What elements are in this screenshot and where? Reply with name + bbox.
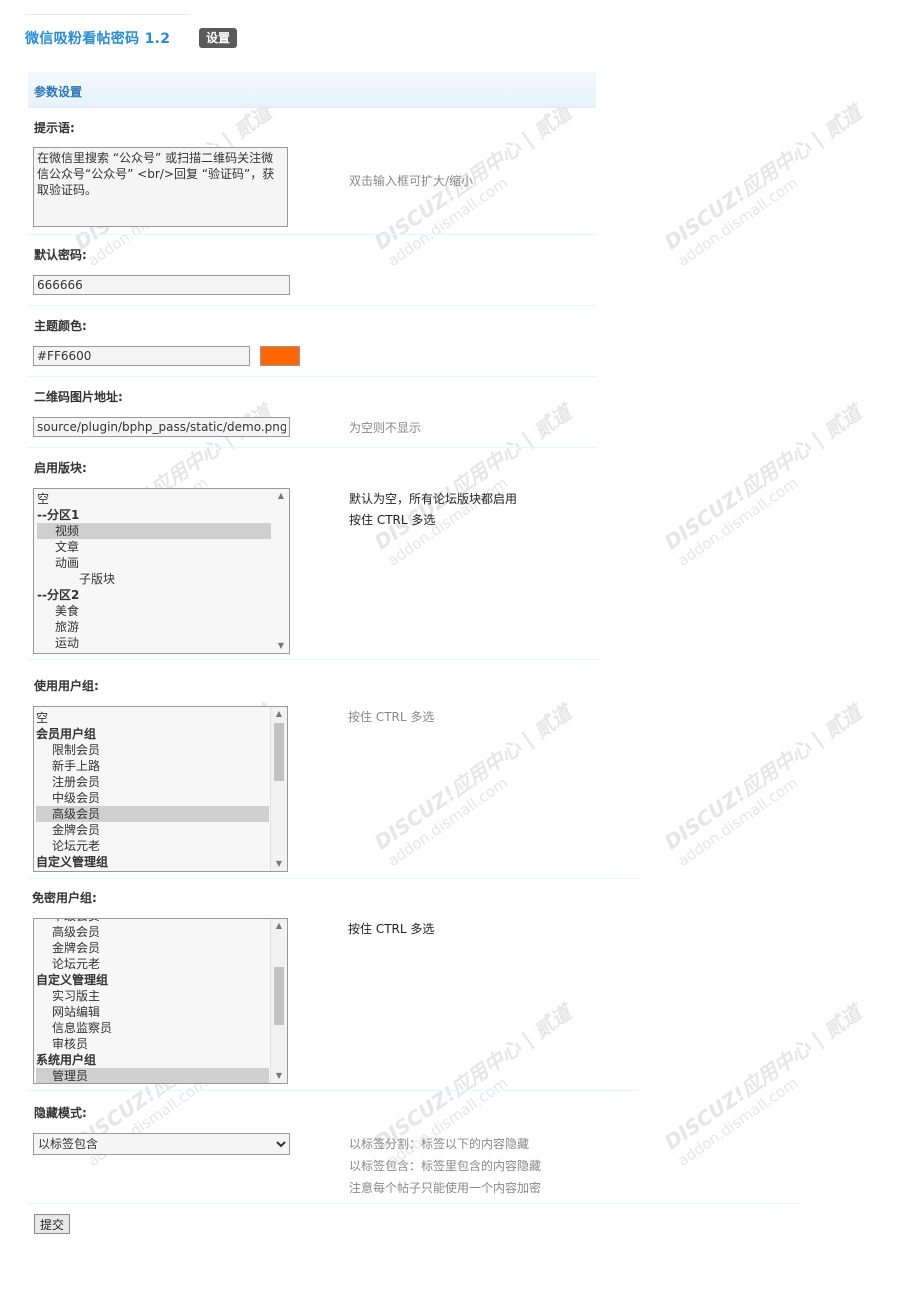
user-groups-label: 使用用户组: bbox=[34, 679, 99, 693]
enabled-forums-hint-1: 默认为空，所有论坛版块都启用 bbox=[349, 492, 518, 506]
forums-scrollbar[interactable]: ▲ ▼ bbox=[273, 489, 289, 653]
list-option[interactable]: 实习版主 bbox=[36, 988, 269, 1004]
settings-button[interactable]: 设置 bbox=[199, 28, 238, 48]
list-option[interactable]: 美食 bbox=[37, 603, 271, 619]
prompt-hint: 双击输入框可扩大/缩小 bbox=[349, 174, 474, 188]
theme-color-input[interactable] bbox=[33, 346, 250, 366]
hide-mode-hint-2: 以标签包含：标签里包含的内容隐藏 bbox=[349, 1159, 542, 1173]
default-password-label: 默认密码: bbox=[34, 248, 87, 262]
theme-color-label: 主题颜色: bbox=[34, 319, 87, 333]
list-option[interactable]: 高级会员 bbox=[36, 924, 269, 940]
optgroup-label: 自定义管理组 bbox=[36, 855, 109, 869]
optgroup-label: --分区2 bbox=[37, 588, 80, 602]
scroll-down-icon[interactable]: ▼ bbox=[271, 1070, 287, 1082]
enabled-forums-listbox[interactable]: 空 --分区1 视频 文章 动画 子版块 --分区2 美食 旅游 运动 ▲ ▼ bbox=[33, 488, 290, 654]
plugin-title: 微信吸粉看帖密码 1.2 bbox=[25, 31, 171, 47]
qrcode-url-input[interactable] bbox=[33, 417, 290, 437]
list-option[interactable]: 金牌会员 bbox=[36, 940, 269, 956]
list-option[interactable]: 注册会员 bbox=[36, 774, 269, 790]
list-option[interactable]: 管理员 bbox=[36, 1068, 269, 1083]
user-groups-hint: 按住 CTRL 多选 bbox=[348, 710, 435, 724]
watermark: DISCUZ!应用中心 | 贰道addon.dismall.com bbox=[659, 700, 866, 870]
section-title: 参数设置 bbox=[34, 85, 83, 99]
submit-button[interactable]: 提交 bbox=[34, 1214, 71, 1234]
enabled-forums-hint-2: 按住 CTRL 多选 bbox=[349, 513, 436, 527]
list-option[interactable]: 运动 bbox=[37, 635, 271, 651]
list-option[interactable]: 新手上路 bbox=[36, 758, 269, 774]
list-option[interactable]: 动画 bbox=[37, 555, 271, 571]
exempt-groups-hint: 按住 CTRL 多选 bbox=[348, 922, 435, 936]
row-divider bbox=[28, 305, 596, 306]
list-option[interactable]: 空 bbox=[37, 491, 271, 507]
scrollbar-thumb[interactable] bbox=[274, 723, 284, 781]
user-groups-listbox[interactable]: 空会员用户组 限制会员 新手上路 注册会员 中级会员 高级会员 金牌会员 论坛元老 自定义管理组… bbox=[33, 706, 288, 872]
list-option[interactable]: 空 bbox=[36, 710, 269, 726]
hide-mode-hint-3: 注意每个帖子只能使用一个内容加密 bbox=[349, 1181, 542, 1195]
list-option[interactable]: 文章 bbox=[37, 539, 271, 555]
prompt-label: 提示语: bbox=[34, 121, 75, 135]
scrollbar-thumb[interactable] bbox=[274, 967, 284, 1025]
list-option[interactable]: 中级会员 bbox=[36, 790, 269, 806]
exempt-groups-scrollbar[interactable]: ▲ ▼ bbox=[270, 919, 287, 1083]
list-option[interactable]: 旅游 bbox=[37, 619, 271, 635]
row-divider bbox=[28, 376, 596, 377]
scroll-up-icon[interactable]: ▲ bbox=[271, 708, 287, 720]
list-option[interactable]: 金牌会员 bbox=[36, 822, 269, 838]
list-option[interactable]: 高级会员 bbox=[36, 806, 269, 822]
list-option[interactable]: 限制会员 bbox=[36, 742, 269, 758]
user-groups-scrollbar[interactable]: ▲ ▼ bbox=[270, 707, 287, 871]
scroll-down-icon[interactable]: ▼ bbox=[273, 640, 289, 652]
list-option[interactable]: 网站编辑 bbox=[36, 1004, 269, 1020]
optgroup-label: 系统用户组 bbox=[36, 1053, 97, 1067]
hide-mode-hint-1: 以标签分割：标签以下的内容隐藏 bbox=[349, 1137, 530, 1151]
row-divider bbox=[28, 1090, 638, 1091]
hide-mode-label: 隐藏模式: bbox=[34, 1106, 87, 1120]
exempt-groups-label: 免密用户组: bbox=[32, 891, 97, 905]
list-option[interactable]: 信息监察员 bbox=[36, 1020, 269, 1036]
scroll-up-icon[interactable]: ▲ bbox=[271, 920, 287, 932]
qrcode-url-hint: 为空则不显示 bbox=[349, 421, 422, 435]
qrcode-url-label: 二维码图片地址: bbox=[34, 390, 123, 404]
row-divider bbox=[28, 878, 638, 879]
watermark: DISCUZ!应用中心 | 贰道addon.dismall.com bbox=[659, 1000, 866, 1170]
list-option[interactable]: 论坛元老 bbox=[36, 956, 269, 972]
watermark: DISCUZ!应用中心 | 贰道addon.dismall.com bbox=[659, 400, 866, 570]
list-option[interactable]: 论坛元老 bbox=[36, 838, 269, 854]
scroll-down-icon[interactable]: ▼ bbox=[271, 858, 287, 870]
top-divider bbox=[25, 14, 190, 15]
row-divider bbox=[28, 659, 598, 660]
exempt-groups-listbox[interactable]: 中级会员高级会员金牌会员论坛元老自定义管理组实习版主网站编辑信息监察员审核员系统… bbox=[33, 918, 288, 1084]
optgroup-label: 自定义管理组 bbox=[36, 973, 109, 987]
enabled-forums-label: 启用版块: bbox=[34, 461, 87, 475]
row-divider bbox=[28, 1203, 798, 1204]
row-divider bbox=[28, 447, 596, 448]
color-picker-swatch[interactable] bbox=[260, 346, 300, 366]
default-password-input[interactable] bbox=[33, 275, 290, 295]
optgroup-label: --分区1 bbox=[37, 508, 80, 522]
list-option[interactable]: 子版块 bbox=[37, 571, 271, 587]
section-header: 参数设置 bbox=[28, 72, 596, 108]
optgroup-label: 会员用户组 bbox=[36, 727, 97, 741]
prompt-textarea[interactable] bbox=[33, 147, 288, 227]
scroll-up-icon[interactable]: ▲ bbox=[273, 490, 289, 502]
hide-mode-select[interactable]: 以标签分割以标签包含 bbox=[33, 1133, 290, 1155]
watermark: DISCUZ!应用中心 | 贰道addon.dismall.com bbox=[659, 100, 866, 270]
list-option[interactable]: 审核员 bbox=[36, 1036, 269, 1052]
row-divider bbox=[28, 234, 596, 235]
list-option[interactable]: 视频 bbox=[37, 523, 271, 539]
